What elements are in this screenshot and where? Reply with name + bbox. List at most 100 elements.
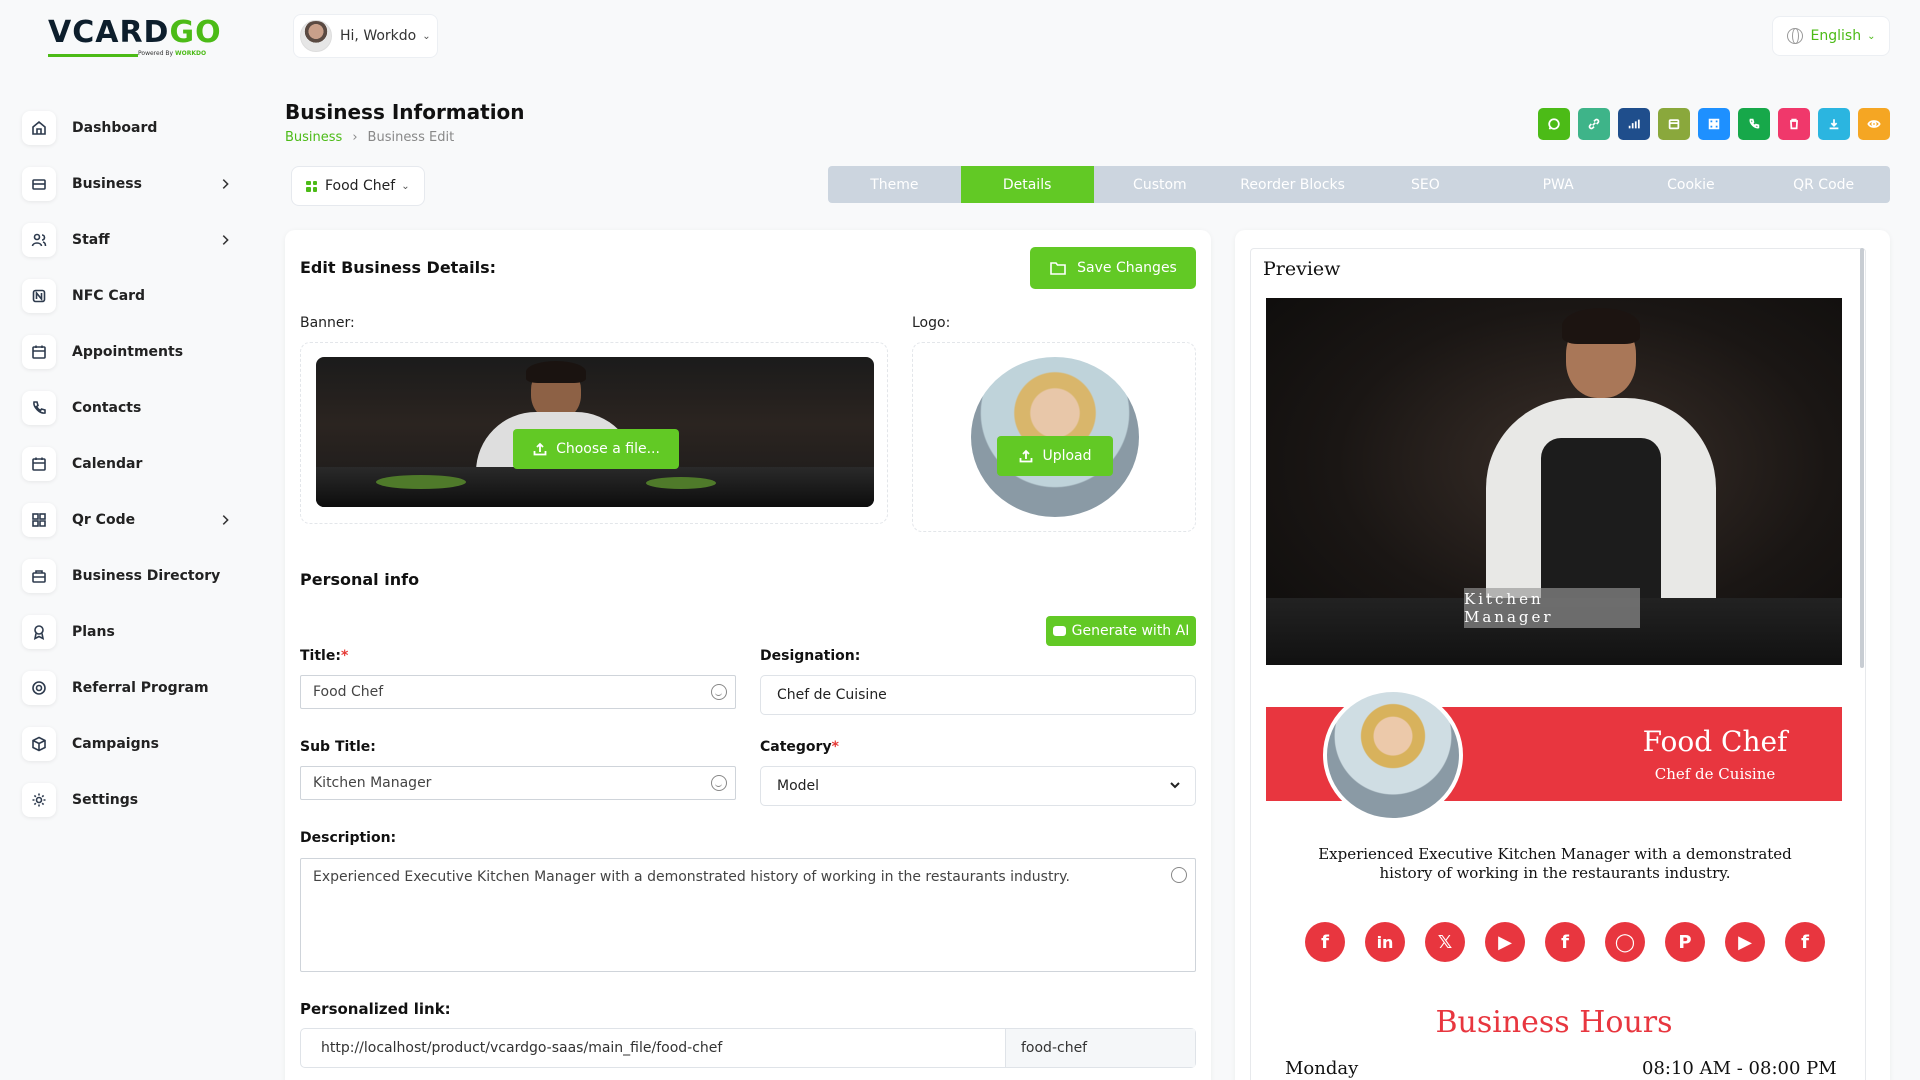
nfc-icon bbox=[22, 279, 56, 313]
designation-input[interactable]: Chef de Cuisine bbox=[760, 675, 1196, 715]
copy-link-button[interactable] bbox=[1578, 108, 1610, 140]
sidebar-item-calendar[interactable]: Calendar bbox=[22, 436, 242, 492]
sidebar-item-nfc-card[interactable]: NFC Card bbox=[22, 268, 242, 324]
sidebar-item-plans[interactable]: Plans bbox=[22, 604, 242, 660]
whatsapp-share-button[interactable] bbox=[1538, 108, 1570, 140]
directory-icon bbox=[22, 559, 56, 593]
emoji-icon[interactable] bbox=[711, 684, 727, 700]
preview-subtitle-badge: Kitchen Manager bbox=[1464, 588, 1640, 628]
sidebar-item-dashboard[interactable]: Dashboard bbox=[22, 100, 242, 156]
tab-cookie[interactable]: Cookie bbox=[1625, 166, 1758, 203]
sidebar-item-referral-program[interactable]: Referral Program bbox=[22, 660, 242, 716]
chevron-right-icon bbox=[218, 232, 234, 248]
save-changes-button[interactable]: Save Changes bbox=[1030, 247, 1196, 289]
view-button[interactable] bbox=[1858, 108, 1890, 140]
sidebar-item-business[interactable]: Business bbox=[22, 156, 242, 212]
sidebar-item-label: Business Directory bbox=[72, 568, 221, 584]
sidebar-item-settings[interactable]: Settings bbox=[22, 772, 242, 828]
subtitle-label: Sub Title: bbox=[300, 739, 376, 755]
tab-reorder-blocks[interactable]: Reorder Blocks bbox=[1226, 166, 1359, 203]
sidebar-item-contacts[interactable]: Contacts bbox=[22, 380, 242, 436]
preview-description: Experienced Executive Kitchen Manager wi… bbox=[1318, 845, 1792, 882]
qr-grid-button[interactable] bbox=[1698, 108, 1730, 140]
avatar bbox=[300, 20, 332, 52]
facebook-icon[interactable]: f bbox=[1545, 922, 1585, 962]
chevron-down-icon: ⌄ bbox=[422, 30, 431, 42]
logo-dropzone[interactable]: Upload bbox=[912, 342, 1196, 532]
sidebar-nav: Dashboard Business Staff NFC Card Appoin… bbox=[22, 100, 242, 828]
sidebar-item-staff[interactable]: Staff bbox=[22, 212, 242, 268]
preview-scrollbar[interactable] bbox=[1860, 248, 1864, 668]
sidebar-item-appointments[interactable]: Appointments bbox=[22, 324, 242, 380]
business-select[interactable]: Food Chef ⌄ bbox=[291, 166, 425, 206]
tab-theme[interactable]: Theme bbox=[828, 166, 961, 203]
sidebar-item-label: NFC Card bbox=[72, 288, 146, 304]
category-select[interactable]: Model bbox=[760, 766, 1196, 806]
preview-card: Preview Kitchen Manager Food Chef Chef d… bbox=[1235, 230, 1890, 1080]
box-icon bbox=[22, 727, 56, 761]
personal-info-heading: Personal info bbox=[300, 570, 420, 589]
delete-button[interactable] bbox=[1778, 108, 1810, 140]
preview-designation: Chef de Cuisine bbox=[1654, 765, 1776, 783]
upload-logo-button[interactable]: Upload bbox=[997, 436, 1113, 476]
chevron-right-icon bbox=[218, 176, 234, 192]
language-selector[interactable]: English ⌄ bbox=[1772, 16, 1890, 56]
sidebar-item-label: Appointments bbox=[72, 344, 184, 360]
user-menu[interactable]: Hi, Workdo ⌄ bbox=[293, 14, 438, 58]
sidebar-item-campaigns[interactable]: Campaigns bbox=[22, 716, 242, 772]
download-button[interactable] bbox=[1818, 108, 1850, 140]
download-icon bbox=[1829, 119, 1839, 130]
sidebar-item-qr-code[interactable]: Qr Code bbox=[22, 492, 242, 548]
users-icon bbox=[22, 223, 56, 257]
contacts-button[interactable] bbox=[1738, 108, 1770, 140]
trash-icon bbox=[1790, 118, 1798, 130]
breadcrumb-current: Business Edit bbox=[367, 130, 455, 145]
emoji-icon[interactable] bbox=[1171, 867, 1187, 883]
pinterest-icon[interactable]: P bbox=[1665, 922, 1705, 962]
tab-seo[interactable]: SEO bbox=[1359, 166, 1492, 203]
breadcrumb-business-link[interactable]: Business bbox=[285, 130, 342, 145]
linkedin-icon[interactable]: in bbox=[1365, 922, 1405, 962]
x-twitter-icon[interactable]: 𝕏 bbox=[1425, 922, 1465, 962]
phone-icon bbox=[1749, 118, 1760, 129]
eye-icon bbox=[1867, 120, 1881, 128]
grid-icon bbox=[1708, 118, 1720, 130]
generate-with-ai-button[interactable]: Generate with AI bbox=[1046, 616, 1196, 646]
facebook-icon[interactable]: f bbox=[1305, 922, 1345, 962]
appointments-button[interactable] bbox=[1658, 108, 1690, 140]
sidebar-item-label: Settings bbox=[72, 792, 139, 808]
user-greeting: Hi, Workdo bbox=[340, 28, 417, 44]
description-label: Description: bbox=[300, 830, 397, 846]
phone-icon bbox=[22, 391, 56, 425]
preview-banner-image: Kitchen Manager bbox=[1266, 298, 1842, 665]
description-textarea[interactable]: Experienced Executive Kitchen Manager wi… bbox=[300, 858, 1196, 972]
sidebar-item-label: Qr Code bbox=[72, 512, 136, 528]
personalized-link-slug-input[interactable]: food-chef bbox=[1005, 1029, 1195, 1067]
youtube-icon[interactable]: ▶ bbox=[1485, 922, 1525, 962]
tab-custom[interactable]: Custom bbox=[1094, 166, 1227, 203]
youtube-icon[interactable]: ▶ bbox=[1725, 922, 1765, 962]
tab-pwa[interactable]: PWA bbox=[1492, 166, 1625, 203]
calendar-icon bbox=[22, 447, 56, 481]
emoji-icon[interactable] bbox=[711, 775, 727, 791]
sidebar-item-label: Plans bbox=[72, 624, 115, 640]
analytics-button[interactable] bbox=[1618, 108, 1650, 140]
instagram-icon[interactable]: ◯ bbox=[1605, 922, 1645, 962]
title-input[interactable]: Food Chef bbox=[300, 675, 736, 709]
personalized-link-label: Personalized link: bbox=[300, 1000, 451, 1018]
tab-qr-code[interactable]: QR Code bbox=[1757, 166, 1890, 203]
chevron-down-icon: ⌄ bbox=[401, 180, 410, 192]
sidebar: VCARDGO Powered By WORKDO Dashboard Busi… bbox=[0, 0, 270, 1080]
brand-logo[interactable]: VCARDGO Powered By WORKDO bbox=[48, 16, 221, 60]
sidebar-item-label: Dashboard bbox=[72, 120, 158, 136]
facebook-icon[interactable]: f bbox=[1785, 922, 1825, 962]
tab-bar: Theme Details Custom Reorder Blocks SEO … bbox=[828, 166, 1890, 203]
sidebar-item-label: Campaigns bbox=[72, 736, 159, 752]
chevron-right-icon bbox=[218, 512, 234, 528]
tab-details[interactable]: Details bbox=[960, 166, 1094, 203]
banner-dropzone[interactable]: Choose a file... bbox=[300, 342, 888, 524]
choose-file-button[interactable]: Choose a file... bbox=[513, 429, 679, 469]
designation-input-value: Chef de Cuisine bbox=[777, 687, 887, 703]
subtitle-input[interactable]: Kitchen Manager bbox=[300, 766, 736, 800]
sidebar-item-business-directory[interactable]: Business Directory bbox=[22, 548, 242, 604]
